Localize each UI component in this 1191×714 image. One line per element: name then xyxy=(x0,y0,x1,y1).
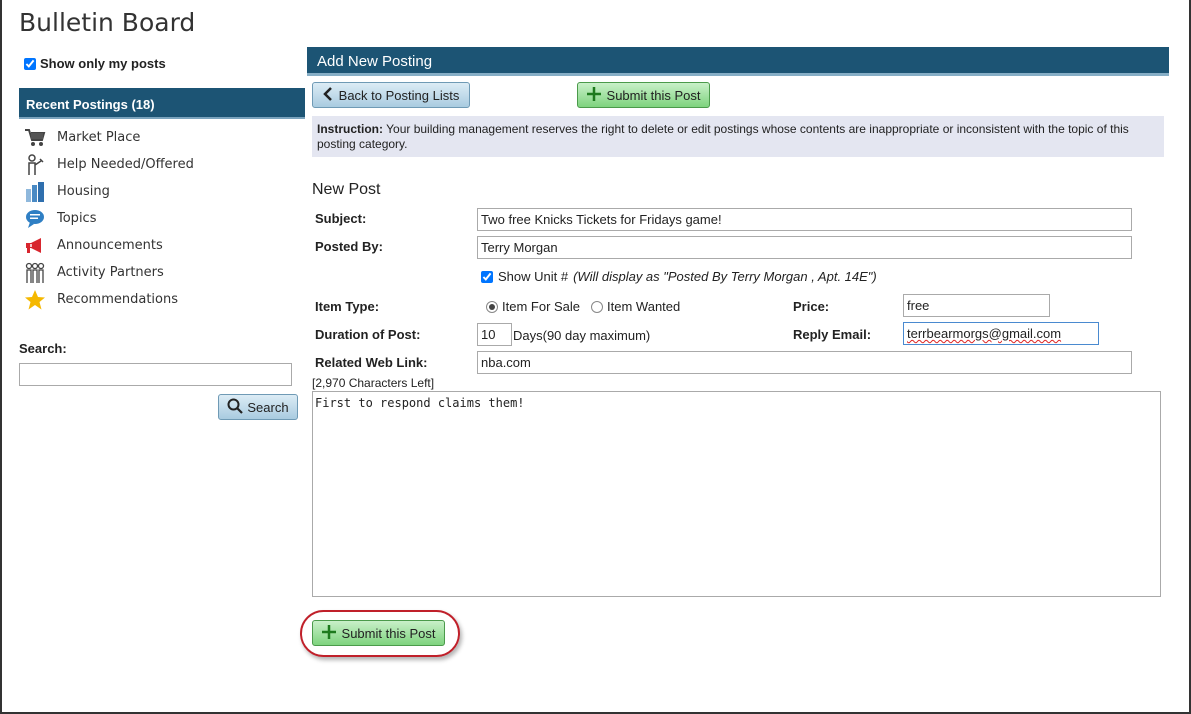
cart-icon xyxy=(24,127,46,149)
web-link-label: Related Web Link: xyxy=(315,355,428,370)
item-wanted-label: Item Wanted xyxy=(607,299,681,314)
reply-email-label: Reply Email: xyxy=(793,327,872,342)
sidebar-item-topics[interactable]: Topics xyxy=(24,205,194,232)
sidebar-item-recommendations[interactable]: Recommendations xyxy=(24,286,194,313)
characters-left-counter: [2,970 Characters Left] xyxy=(312,376,435,390)
sidebar-item-label: Topics xyxy=(57,211,97,226)
show-only-my-posts-toggle[interactable]: Show only my posts xyxy=(24,56,166,71)
submit-button-label: Submit this Post xyxy=(341,625,436,641)
page-title: Bulletin Board xyxy=(19,8,196,37)
back-button-label: Back to Posting Lists xyxy=(338,87,460,103)
item-for-sale-label: Item For Sale xyxy=(502,299,581,314)
chevron-left-icon xyxy=(322,86,333,104)
show-unit-note: (Will display as "Posted By Terry Morgan… xyxy=(573,269,877,284)
show-only-my-posts-checkbox[interactable] xyxy=(24,57,36,70)
sidebar-item-label: Activity Partners xyxy=(57,265,164,280)
sidebar-item-housing[interactable]: Housing xyxy=(24,178,194,205)
duration-label: Duration of Post: xyxy=(315,327,421,342)
back-to-posting-lists-button[interactable]: Back to Posting Lists xyxy=(312,82,470,108)
sidebar-item-label: Market Place xyxy=(57,130,141,145)
sidebar-item-label: Recommendations xyxy=(57,292,179,307)
submit-post-button-top[interactable]: Submit this Post xyxy=(577,82,710,108)
search-input[interactable] xyxy=(19,363,292,386)
web-link-input[interactable] xyxy=(477,351,1132,374)
search-button-label: Search xyxy=(247,399,289,415)
price-input[interactable] xyxy=(903,294,1050,317)
posted-by-label: Posted By: xyxy=(315,239,383,254)
show-only-my-posts-label: Show only my posts xyxy=(40,56,166,71)
item-type-label: Item Type: xyxy=(315,299,380,314)
reply-email-value: terrbearmorgs@gmail.com xyxy=(907,326,1062,341)
submit-post-button-bottom[interactable]: Submit this Post xyxy=(312,620,445,646)
helper-person-icon xyxy=(24,153,46,176)
speech-bubble-icon xyxy=(24,208,46,230)
star-icon xyxy=(24,289,46,311)
magnifier-icon xyxy=(227,398,244,417)
show-unit-checkbox[interactable] xyxy=(481,270,493,283)
item-wanted-radio[interactable] xyxy=(591,300,604,313)
sidebar-item-label: Announcements xyxy=(57,238,163,253)
people-group-icon xyxy=(24,262,46,284)
sidebar-item-activity-partners[interactable]: Activity Partners xyxy=(24,259,194,286)
category-list: Market Place Help Needed/Offered Housing… xyxy=(24,124,194,313)
post-body-text: First to respond claims them! xyxy=(315,396,525,410)
submit-button-label: Submit this Post xyxy=(606,87,701,103)
instruction-text: Your building management reserves the ri… xyxy=(317,122,1129,151)
instruction-label: Instruction: xyxy=(317,122,383,136)
sidebar-item-label: Housing xyxy=(57,184,110,199)
search-label: Search: xyxy=(19,341,67,356)
price-label: Price: xyxy=(793,299,830,314)
post-body-textarea[interactable]: First to respond claims them! xyxy=(312,391,1161,597)
item-type-radio-group: Item For Sale Item Wanted xyxy=(486,299,680,314)
new-post-title: New Post xyxy=(312,181,381,198)
show-unit-toggle[interactable]: Show Unit # (Will display as "Posted By … xyxy=(481,269,877,284)
item-for-sale-radio[interactable] xyxy=(486,300,498,313)
instruction-box: Instruction: Your building management re… xyxy=(312,116,1164,157)
duration-unit-text: Days(90 day maximum) xyxy=(513,328,651,343)
megaphone-icon xyxy=(24,235,46,257)
sidebar-item-market-place[interactable]: Market Place xyxy=(24,124,194,151)
recent-postings-header: Recent Postings (18) xyxy=(19,88,305,119)
subject-input[interactable] xyxy=(477,208,1132,231)
panel-header: Add New Posting xyxy=(307,47,1169,76)
posted-by-input[interactable] xyxy=(477,236,1132,259)
plus-icon xyxy=(321,624,336,642)
sidebar-item-help-needed[interactable]: Help Needed/Offered xyxy=(24,151,194,178)
buildings-icon xyxy=(24,181,46,203)
plus-icon xyxy=(586,86,601,104)
show-unit-label: Show Unit # xyxy=(498,269,569,284)
subject-label: Subject: xyxy=(315,211,367,226)
sidebar-item-announcements[interactable]: Announcements xyxy=(24,232,194,259)
duration-input[interactable] xyxy=(477,323,512,346)
reply-email-input[interactable]: terrbearmorgs@gmail.com xyxy=(903,322,1099,345)
sidebar-item-label: Help Needed/Offered xyxy=(57,157,194,172)
search-button[interactable]: Search xyxy=(218,394,298,420)
